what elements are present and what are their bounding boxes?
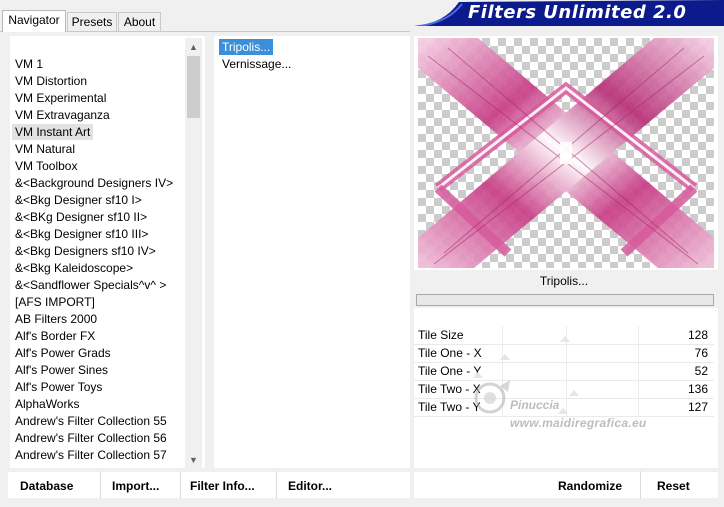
- filter-list-panel: [214, 36, 410, 468]
- category-list[interactable]: VM 1 VM Distortion VM Experimental VM Extra…: [10, 36, 188, 468]
- category-item[interactable]: AlphaWorks: [12, 396, 82, 412]
- param-label: Tile Size: [418, 328, 464, 342]
- filter-info-button[interactable]: Filter Info...: [190, 478, 255, 494]
- category-item[interactable]: AB Filters 2000: [12, 311, 100, 327]
- category-item[interactable]: &<Bkg Kaleidoscope>: [12, 260, 136, 276]
- tab-about[interactable]: About: [118, 12, 161, 31]
- category-item[interactable]: VM Instant Art: [12, 124, 94, 140]
- button-separator: [276, 471, 277, 499]
- category-item[interactable]: Andrew's Filter Collection 57: [12, 447, 170, 463]
- editor-button[interactable]: Editor...: [288, 478, 332, 494]
- category-item[interactable]: Andrew's Filter Collection 56: [12, 430, 170, 446]
- category-item[interactable]: &<Bkg Designer sf10 I>: [12, 192, 145, 208]
- category-item[interactable]: Alf's Power Sines: [12, 362, 111, 378]
- category-item[interactable]: Alf's Power Grads: [12, 345, 114, 361]
- filter-item-vernissage[interactable]: Vernissage...: [219, 56, 294, 72]
- category-item[interactable]: VM Toolbox: [12, 158, 80, 174]
- category-item[interactable]: &<BKg Designer sf10 II>: [12, 209, 150, 225]
- param-label: Tile One - X: [418, 346, 482, 360]
- watermark-site: www.maidiregrafica.eu: [510, 416, 647, 430]
- reset-button[interactable]: Reset: [657, 478, 690, 494]
- param-row[interactable]: Tile Size 128: [414, 326, 714, 345]
- scroll-thumb[interactable]: [187, 56, 200, 118]
- category-item[interactable]: VM Distortion: [12, 73, 90, 89]
- category-item[interactable]: Alf's Power Toys: [12, 379, 105, 395]
- param-value: 128: [687, 328, 708, 342]
- watermark-name: Pinuccia: [510, 398, 560, 412]
- param-label: Tile One - Y: [418, 364, 482, 378]
- category-item[interactable]: Alf's Border FX: [12, 328, 98, 344]
- category-item[interactable]: Andrew's Filter Collection 55: [12, 413, 170, 429]
- scroll-up-icon[interactable]: ▲: [187, 40, 200, 54]
- category-item[interactable]: VM Extravaganza: [12, 107, 113, 123]
- category-item[interactable]: &<Bkg Designer sf10 III>: [12, 226, 151, 242]
- param-row[interactable]: Tile One - X 76: [414, 344, 714, 363]
- param-row[interactable]: Tile One - Y 52: [414, 362, 714, 381]
- category-item[interactable]: VM Experimental: [12, 90, 109, 106]
- category-item[interactable]: [AFS IMPORT]: [12, 294, 98, 310]
- database-button[interactable]: Database: [20, 478, 73, 494]
- button-separator: [640, 471, 641, 499]
- randomize-button[interactable]: Randomize: [558, 478, 622, 494]
- watermark-logo-icon: [474, 380, 510, 414]
- category-list-panel: VM 1 VM Distortion VM Experimental VM Extra…: [10, 36, 205, 468]
- category-item[interactable]: VM 1: [12, 56, 46, 72]
- filter-item-tripolis[interactable]: Tripolis...: [219, 39, 274, 55]
- param-slider-thumb[interactable]: [500, 354, 510, 360]
- app-title: Filters Unlimited 2.0: [468, 2, 687, 23]
- param-value: 127: [687, 400, 708, 414]
- param-row[interactable]: Tile Two - Y 127: [414, 398, 714, 417]
- tab-presets[interactable]: Presets: [67, 12, 117, 31]
- param-slider-thumb[interactable]: [560, 336, 570, 342]
- import-button[interactable]: Import...: [112, 478, 159, 494]
- progress-bar: [416, 294, 714, 306]
- param-value: 52: [694, 364, 708, 378]
- param-slider-thumb[interactable]: [558, 408, 568, 414]
- scroll-down-icon[interactable]: ▼: [187, 453, 200, 467]
- param-slider-thumb[interactable]: [569, 390, 579, 396]
- button-separator: [180, 471, 181, 499]
- param-row[interactable]: Tile Two - X 136: [414, 380, 714, 399]
- current-filter-label: Tripolis...: [539, 274, 589, 288]
- button-separator: [100, 471, 101, 499]
- preview-image[interactable]: [418, 38, 714, 268]
- category-item[interactable]: VM Natural: [12, 141, 78, 157]
- category-item[interactable]: &<Sandflower Specials^v^ >: [12, 277, 169, 293]
- param-value: 76: [694, 346, 708, 360]
- category-item[interactable]: &<Bkg Designers sf10 IV>: [12, 243, 159, 259]
- category-item[interactable]: &<Background Designers IV>: [12, 175, 176, 191]
- tab-navigator[interactable]: Navigator: [2, 10, 66, 32]
- param-value: 136: [687, 382, 708, 396]
